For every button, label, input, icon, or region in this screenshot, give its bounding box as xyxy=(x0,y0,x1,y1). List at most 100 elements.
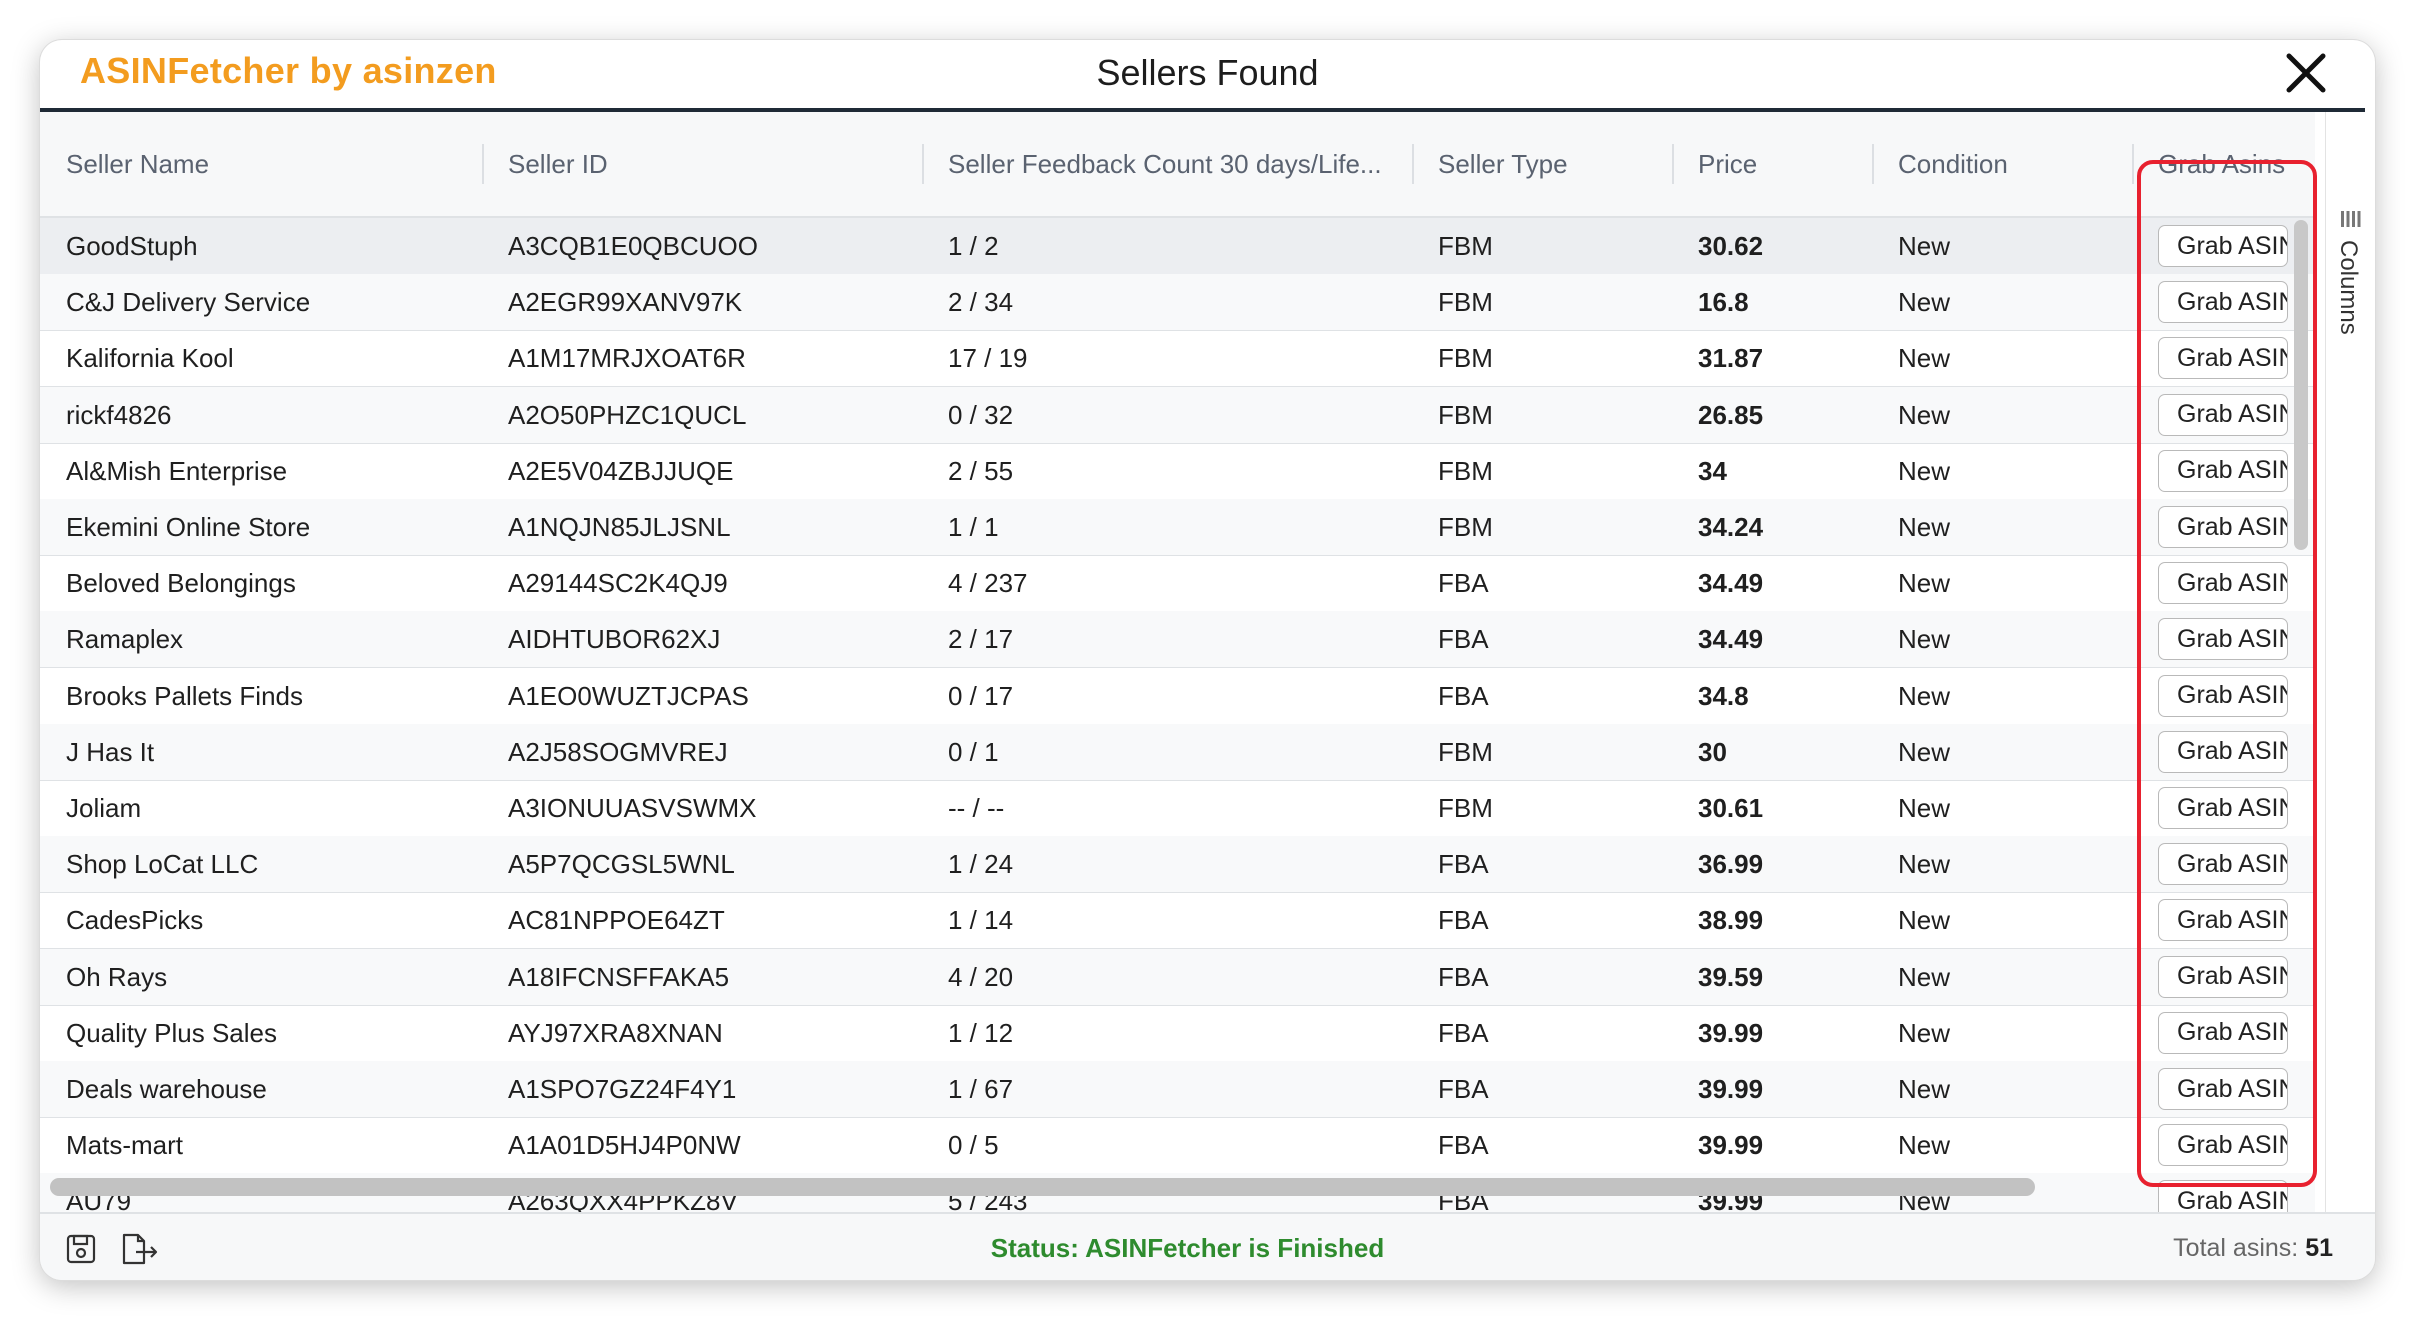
feedback-cell: 17 / 19 xyxy=(948,343,1028,374)
seller-name-cell: Joliam xyxy=(66,793,142,823)
seller-name-cell: C&J Delivery Service xyxy=(66,287,311,318)
table-row[interactable]: rickf4826 A2O50PHZC1QUCL 0 / 32 FBM 26.85 New… xyxy=(40,386,2315,444)
close-icon[interactable] xyxy=(2281,48,2331,98)
seller-type-cell: FBM xyxy=(1438,231,1493,261)
price-cell: 34 xyxy=(1698,455,1727,486)
price-cell: 34.49 xyxy=(1698,568,1764,599)
seller-name-cell: Ekemini Online Store xyxy=(66,512,311,542)
condition-cell: New xyxy=(1898,399,1951,430)
column-header-grab-asins[interactable]: Grab Asins xyxy=(2132,112,2315,216)
grab-asin-button[interactable]: Grab ASIN xyxy=(2158,393,2288,436)
grab-asin-button[interactable]: Grab ASIN xyxy=(2158,730,2288,773)
table-row[interactable]: Shop LoCat LLC A5P7QCGSL5WNL 1 / 24 FBA 36.9… xyxy=(40,836,2315,894)
seller-type-cell: FBA xyxy=(1438,568,1489,599)
table-row[interactable]: Ramaplex AIDHTUBOR62XJ 2 / 17 FBA 34.49 New Gr… xyxy=(40,611,2315,669)
seller-id-cell: A1EO0WUZTJCPAS xyxy=(508,680,749,711)
seller-type-cell: FBA xyxy=(1438,905,1489,936)
grab-asin-button[interactable]: Grab ASIN xyxy=(2158,1180,2288,1212)
grid-body: GoodStuph A3CQB1E0QBCUOO 1 / 2 FBM 30.62 New G… xyxy=(40,218,2315,1212)
grab-asin-button[interactable]: Grab ASIN xyxy=(2158,1068,2288,1110)
price-cell: 16.8 xyxy=(1698,287,1749,318)
seller-name-cell: Kalifornia Kool xyxy=(66,343,234,374)
seller-name-cell: Ramaplex xyxy=(66,624,184,655)
grab-asin-button[interactable]: Grab ASIN xyxy=(2158,843,2288,886)
grab-asin-button[interactable]: Grab ASIN xyxy=(2158,674,2288,717)
column-header-price[interactable]: Price xyxy=(1672,112,1872,216)
table-row[interactable]: CadesPicks AC81NPPOE64ZT 1 / 14 FBA 38.99 New… xyxy=(40,892,2315,950)
condition-cell: New xyxy=(1898,455,1951,486)
feedback-cell: 0 / 5 xyxy=(948,1130,999,1161)
table-row[interactable]: Oh Rays A18IFCNSFFAKA5 4 / 20 FBA 39.59 New Gr… xyxy=(40,948,2315,1006)
condition-cell: New xyxy=(1898,1130,1951,1161)
seller-type-cell: FBM xyxy=(1438,399,1493,430)
seller-type-cell: FBA xyxy=(1438,680,1489,711)
seller-type-cell: FBA xyxy=(1438,1017,1489,1048)
table-row[interactable]: C&J Delivery Service A2EGR99XANV97K 2 / 34… xyxy=(40,274,2315,332)
grab-asin-button[interactable]: Grab ASIN xyxy=(2158,955,2288,998)
condition-cell: New xyxy=(1898,905,1951,936)
grab-asin-button[interactable]: Grab ASIN xyxy=(2158,787,2288,829)
feedback-cell: 0 / 1 xyxy=(948,736,999,767)
price-cell: 38.99 xyxy=(1698,905,1764,936)
condition-cell: New xyxy=(1898,1074,1951,1104)
feedback-cell: 1 / 24 xyxy=(948,849,1014,880)
seller-name-cell: J Has It xyxy=(66,736,155,767)
sellers-modal: ASINFetcher by asinzen Sellers Found Sel… xyxy=(40,40,2375,1280)
column-header-seller-name[interactable]: Seller Name xyxy=(40,112,482,216)
columns-tab-label[interactable]: Columns xyxy=(2334,240,2362,335)
table-row[interactable]: Mats-mart A1A01D5HJ4P0NW 0 / 5 FBA 39.99 New G… xyxy=(40,1117,2315,1175)
column-header-seller-type[interactable]: Seller Type xyxy=(1412,112,1672,216)
table-row[interactable]: Deals warehouse A1SPO7GZ24F4Y1 1 / 67 FBA 39… xyxy=(40,1061,2315,1118)
grab-asin-button[interactable]: Grab ASIN xyxy=(2158,618,2288,661)
table-row[interactable]: Joliam A3IONUUASVSWMX -- / -- FBM 30.61 New Gr… xyxy=(40,780,2315,837)
table-row[interactable]: Kalifornia Kool A1M17MRJXOAT6R 17 / 19 FBM 3… xyxy=(40,330,2315,388)
condition-cell: New xyxy=(1898,287,1951,318)
vertical-scrollbar[interactable] xyxy=(2294,220,2308,550)
columns-icon[interactable] xyxy=(2340,210,2362,228)
seller-id-cell: A2O50PHZC1QUCL xyxy=(508,399,747,430)
grab-asin-button[interactable]: Grab ASIN xyxy=(2158,337,2288,380)
price-cell: 34.49 xyxy=(1698,624,1764,655)
feedback-cell: -- / -- xyxy=(948,793,1005,823)
grab-asin-button[interactable]: Grab ASIN xyxy=(2158,899,2288,942)
seller-type-cell: FBA xyxy=(1438,961,1489,992)
column-header-seller-id[interactable]: Seller ID xyxy=(482,112,922,216)
seller-name-cell: Quality Plus Sales xyxy=(66,1017,277,1048)
status-text: Status: ASINFetcher is Finished xyxy=(990,1233,1385,1263)
grab-asin-button[interactable]: Grab ASIN xyxy=(2158,1011,2288,1054)
seller-name-cell: Oh Rays xyxy=(66,961,168,992)
column-header-feedback[interactable]: Seller Feedback Count 30 days/Life... xyxy=(922,112,1412,216)
total-asins-value: 51 xyxy=(2305,1234,2333,1262)
price-cell: 30.62 xyxy=(1698,231,1764,261)
modal-footer: Status: ASINFetcher is Finished Total as… xyxy=(40,1212,2375,1280)
price-cell: 39.99 xyxy=(1698,1017,1764,1048)
feedback-cell: 2 / 17 xyxy=(948,624,1014,655)
columns-side-panel[interactable]: Columns xyxy=(2325,112,2375,1212)
horizontal-scrollbar[interactable] xyxy=(50,1178,2035,1196)
seller-id-cell: A5P7QCGSL5WNL xyxy=(508,849,735,880)
price-cell: 36.99 xyxy=(1698,849,1764,880)
grab-asin-button[interactable]: Grab ASIN xyxy=(2158,506,2288,548)
table-row[interactable]: GoodStuph A3CQB1E0QBCUOO 1 / 2 FBM 30.62 New G… xyxy=(40,218,2315,275)
condition-cell: New xyxy=(1898,680,1951,711)
feedback-cell: 1 / 67 xyxy=(948,1074,1014,1104)
seller-name-cell: Brooks Pallets Finds xyxy=(66,680,303,711)
seller-type-cell: FBA xyxy=(1438,1130,1489,1161)
seller-type-cell: FBA xyxy=(1438,624,1489,655)
column-header-condition[interactable]: Condition xyxy=(1872,112,2132,216)
grab-asin-button[interactable]: Grab ASIN xyxy=(2158,562,2288,605)
grab-asin-button[interactable]: Grab ASIN xyxy=(2158,1124,2288,1167)
table-row[interactable]: J Has It A2J58SOGMVREJ 0 / 1 FBM 30 New Grab A… xyxy=(40,723,2315,781)
seller-type-cell: FBA xyxy=(1438,849,1489,880)
seller-id-cell: A3CQB1E0QBCUOO xyxy=(508,231,758,261)
price-cell: 26.85 xyxy=(1698,399,1764,430)
grab-asin-button[interactable]: Grab ASIN xyxy=(2158,225,2288,267)
table-row[interactable]: Brooks Pallets Finds A1EO0WUZTJCPAS 0 / 17… xyxy=(40,668,2315,725)
seller-name-cell: Shop LoCat LLC xyxy=(66,849,259,880)
table-row[interactable]: Ekemini Online Store A1NQJN85JLJSNL 1 / 1 F… xyxy=(40,499,2315,556)
table-row[interactable]: Quality Plus Sales AYJ97XRA8XNAN 1 / 12 FBA… xyxy=(40,1005,2315,1062)
table-row[interactable]: Al&Mish Enterprise A2E5V04ZBJJUQE 2 / 55 FB… xyxy=(40,443,2315,500)
grab-asin-button[interactable]: Grab ASIN xyxy=(2158,281,2288,324)
table-row[interactable]: Beloved Belongings A29144SC2K4QJ9 4 / 237 F… xyxy=(40,555,2315,613)
grab-asin-button[interactable]: Grab ASIN xyxy=(2158,449,2288,492)
